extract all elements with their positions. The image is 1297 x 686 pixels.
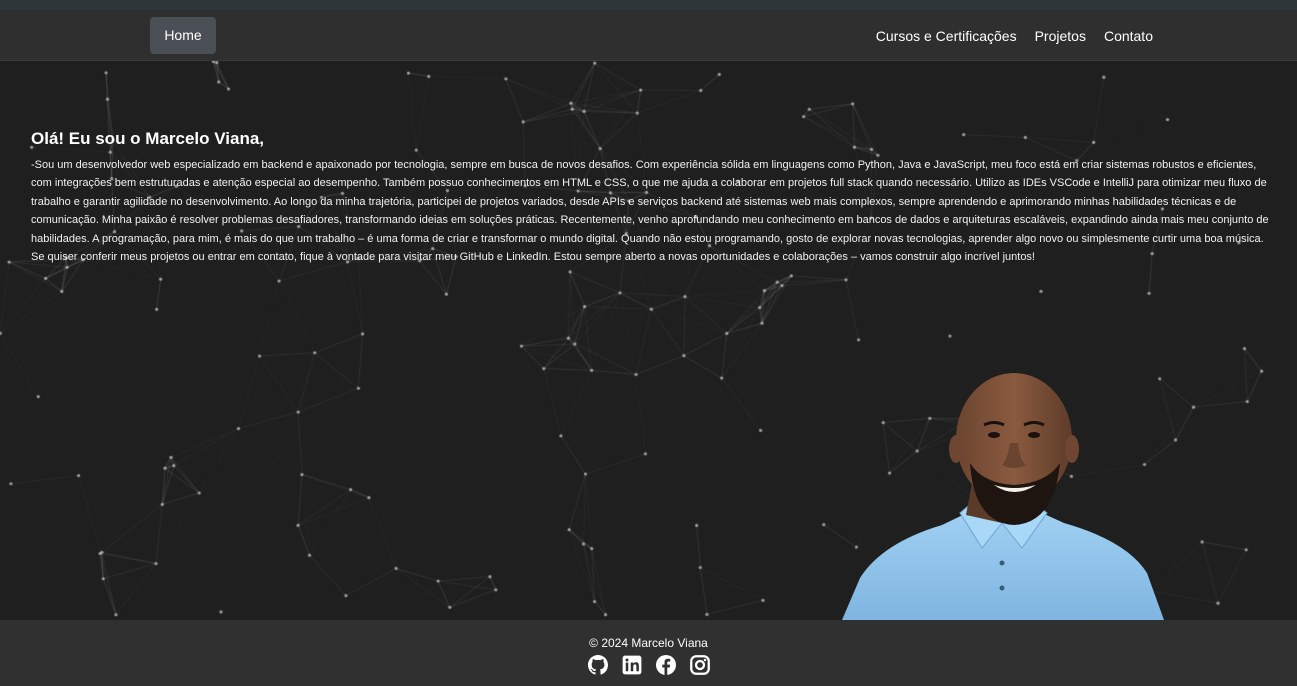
bio-text: -Sou um desenvolvedor web especializado … bbox=[31, 159, 1269, 264]
social-links bbox=[0, 655, 1297, 675]
footer: © 2024 Marcelo Viana bbox=[0, 620, 1297, 686]
nav-link-contato[interactable]: Contato bbox=[1104, 28, 1153, 44]
hero-section: Olá! Eu sou o Marcelo Viana, -Sou um des… bbox=[0, 61, 1297, 620]
nav-links: Cursos e Certificações Projetos Contato bbox=[876, 10, 1153, 61]
nav-link-projetos[interactable]: Projetos bbox=[1035, 28, 1086, 44]
navbar: Home Cursos e Certificações Projetos Con… bbox=[0, 10, 1297, 61]
linkedin-icon[interactable] bbox=[622, 655, 642, 675]
intro-block: Olá! Eu sou o Marcelo Viana, -Sou um des… bbox=[31, 129, 1271, 266]
github-icon[interactable] bbox=[587, 655, 608, 675]
profile-photo bbox=[842, 373, 1164, 620]
top-strip bbox=[0, 0, 1297, 10]
page-title: Olá! Eu sou o Marcelo Viana, bbox=[31, 129, 265, 148]
instagram-icon[interactable] bbox=[689, 655, 710, 675]
facebook-icon[interactable] bbox=[655, 655, 676, 675]
copyright-text: © 2024 Marcelo Viana bbox=[589, 636, 708, 650]
nav-link-cursos[interactable]: Cursos e Certificações bbox=[876, 28, 1017, 44]
nav-home-button[interactable]: Home bbox=[150, 17, 216, 54]
